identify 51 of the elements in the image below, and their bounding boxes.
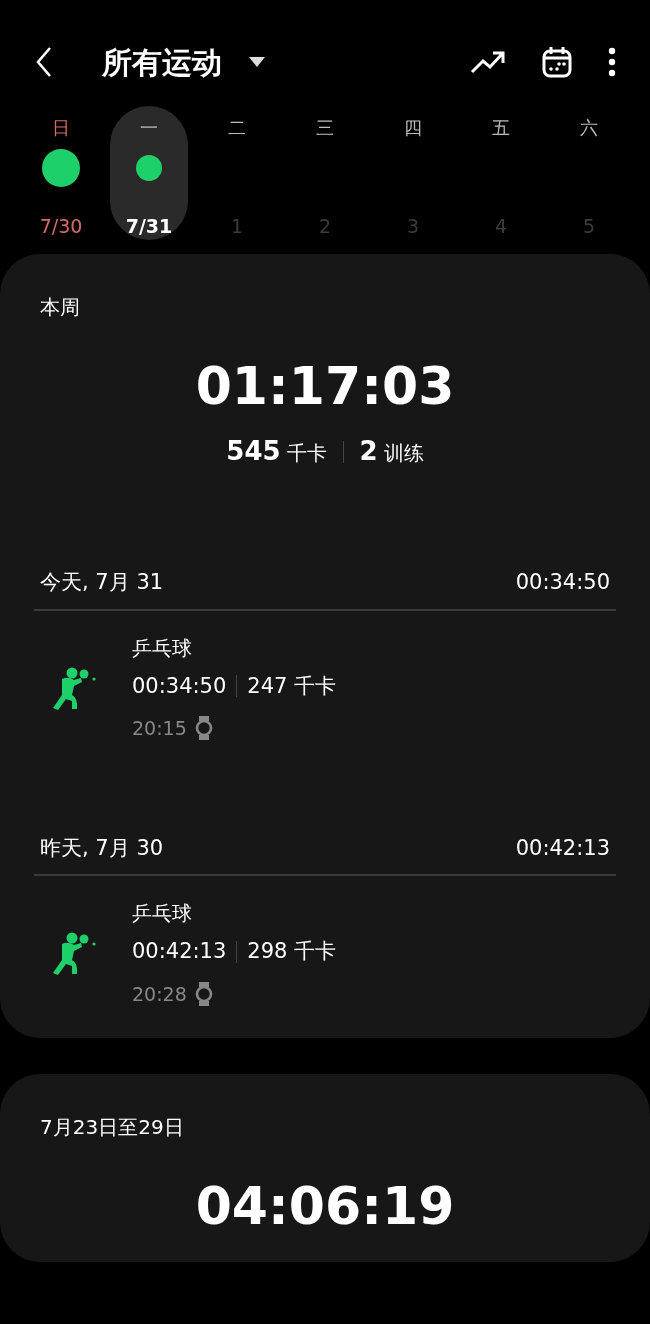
weekday-label: 二 — [228, 116, 246, 140]
calendar-icon[interactable] — [542, 46, 572, 78]
weekday-label: 日 — [52, 116, 70, 140]
total-duration: 01:17:03 — [194, 360, 456, 412]
sessions-count: 2 — [359, 436, 378, 466]
total-duration: 04:06:19 — [194, 1180, 456, 1232]
day-date: 2 — [318, 213, 332, 239]
sessions-unit: 训练 — [383, 441, 424, 465]
day-total: 00:42:13 — [515, 834, 610, 862]
day-heading: 昨天, 7月 30 — [40, 834, 164, 862]
weekday-label: 五 — [492, 116, 510, 140]
day-date: 7/31 — [125, 213, 173, 239]
day-total: 00:34:50 — [515, 569, 610, 596]
start-time: 20:15 — [132, 716, 187, 741]
watch-icon — [194, 716, 213, 741]
weekday-label: 六 — [580, 116, 598, 140]
day-heading: 今天, 7月 31 — [40, 569, 164, 596]
activity-calories: 247 千卡 — [247, 672, 337, 700]
day-column[interactable]: 三 2 — [286, 106, 364, 240]
more-icon[interactable] — [608, 47, 616, 77]
day-date: 7/30 — [39, 213, 83, 239]
day-column[interactable]: 日 7/30 — [22, 106, 100, 240]
day-column[interactable]: 五 4 — [462, 106, 540, 240]
trend-icon[interactable] — [470, 50, 506, 74]
table-tennis-icon — [50, 930, 96, 976]
day-date: 1 — [230, 213, 244, 239]
start-time: 20:28 — [132, 981, 187, 1007]
activity-duration: 00:34:50 — [132, 672, 227, 700]
day-column[interactable]: 二 1 — [198, 106, 276, 240]
dropdown-icon[interactable] — [248, 56, 266, 68]
day-column[interactable]: 六 5 — [550, 106, 628, 240]
page-title: 所有运动 — [102, 43, 222, 82]
activity-calories: 298 千卡 — [247, 938, 337, 965]
activity-name: 乒乓球 — [132, 900, 193, 927]
period-label: 7月23日至29日 — [40, 1114, 185, 1141]
calories-unit: 千卡 — [286, 441, 327, 465]
activity-name: 乒乓球 — [132, 634, 193, 662]
activity-duration: 00:42:13 — [132, 938, 227, 965]
weekday-label: 四 — [404, 116, 422, 140]
weekday-label: 一 — [140, 116, 158, 140]
day-column[interactable]: 四 3 — [374, 106, 452, 240]
day-date: 5 — [582, 213, 596, 239]
weekday-label: 三 — [316, 116, 334, 140]
selected-day[interactable]: 一 7/31 — [110, 106, 188, 240]
calories-total: 545 — [226, 436, 281, 466]
back-icon — [34, 46, 54, 78]
period-label: 本周 — [40, 294, 81, 321]
day-date: 4 — [494, 213, 508, 239]
watch-icon — [194, 981, 213, 1006]
back-button[interactable] — [34, 46, 54, 78]
day-date: 3 — [406, 213, 420, 239]
